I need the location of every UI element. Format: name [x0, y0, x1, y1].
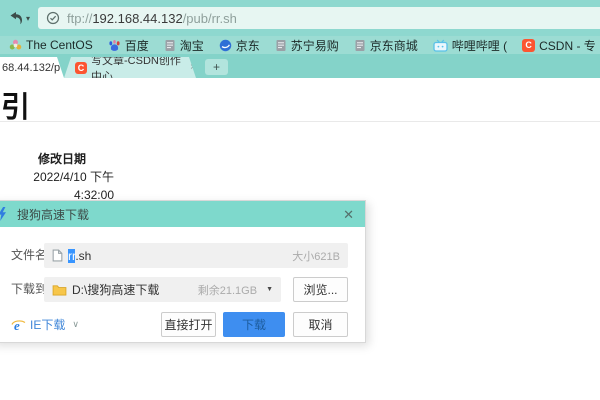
- lightning-download-icon: [0, 207, 7, 221]
- tab-close-icon[interactable]: ×: [190, 62, 196, 73]
- free-space-text: 剩余21.1GB: [197, 284, 258, 297]
- flower-icon: [9, 39, 22, 50]
- back-icon: [10, 12, 22, 25]
- tab-ftp-active[interactable]: 68.44.132/p ×: [0, 57, 64, 78]
- destination-label: 下载到: [11, 282, 48, 296]
- url-scheme: ftp://: [67, 10, 93, 26]
- filename-label: 文件名: [11, 248, 48, 262]
- bookmark-label: 哔哩哔哩 (: [451, 38, 508, 53]
- address-toolbar: ▾ ftp://192.168.44.132/pub/rr.sh: [0, 0, 600, 36]
- bookmark-label: 百度: [124, 38, 149, 53]
- chevron-down-icon: ∨: [72, 319, 79, 329]
- file-icon: [52, 249, 63, 262]
- column-header: 修改日期: [37, 152, 86, 166]
- bookmark-the-centos[interactable]: The CentOS: [9, 38, 93, 52]
- ie-icon: e: [11, 318, 26, 332]
- bookmark-jd-mall[interactable]: 京东商城: [354, 37, 418, 54]
- csdn-icon: C: [75, 62, 87, 74]
- dialog-titlebar[interactable]: 搜狗高速下载 ✕: [0, 201, 365, 227]
- bilibili-tv-icon: [433, 39, 448, 52]
- url-text[interactable]: ftp://192.168.44.132/pub/rr.sh: [67, 11, 237, 26]
- page-icon: [276, 39, 286, 51]
- cancel-button[interactable]: 取消: [293, 312, 348, 337]
- bookmark-label: 苏宁易购: [290, 38, 339, 53]
- filename-value: rr.sh: [68, 248, 92, 263]
- folder-icon: [52, 284, 67, 295]
- tab-strip: 68.44.132/p × C 写文章-CSDN创作中心 × +: [0, 54, 600, 78]
- bookmark-taobao[interactable]: 淘宝: [164, 37, 204, 54]
- browse-button[interactable]: 浏览...: [293, 277, 348, 302]
- dialog-close-icon[interactable]: ✕: [343, 208, 354, 221]
- destination-path: D:\搜狗高速下载: [72, 283, 160, 297]
- back-button[interactable]: ▾: [8, 11, 30, 25]
- new-tab-button[interactable]: +: [205, 59, 228, 75]
- bookmark-csdn[interactable]: C CSDN - 专: [522, 37, 596, 54]
- back-dropdown-caret[interactable]: ▾: [26, 14, 30, 23]
- url-path: /pub/rr.sh: [182, 10, 237, 26]
- bookmark-label: The CentOS: [26, 38, 93, 52]
- filename-extension: .sh: [75, 248, 92, 263]
- baidu-paw-icon: [109, 39, 120, 51]
- csdn-icon: C: [522, 38, 536, 52]
- bookmarks-bar: The CentOS 百度 淘宝 京东 苏宁易购 京东商城 哔哩哔哩 (C C…: [0, 36, 600, 54]
- bookmark-label: 淘宝: [179, 38, 204, 53]
- tab-label: 写文章-CSDN创作中心: [91, 54, 181, 83]
- bookmark-label: 京东: [235, 38, 260, 53]
- file-size-text: 大小621B: [292, 250, 340, 263]
- bookmark-label: CSDN - 专: [539, 38, 596, 53]
- open-directly-button[interactable]: 直接打开: [161, 312, 216, 337]
- security-shield-icon: [46, 11, 60, 25]
- ie-download-label: IE下载: [30, 318, 66, 332]
- dialog-title: 搜狗高速下载: [17, 207, 90, 222]
- bookmark-label: 京东商城: [369, 38, 418, 53]
- svg-text:e: e: [14, 318, 20, 332]
- tab-label: 68.44.132/p: [2, 61, 61, 74]
- bookmark-suning[interactable]: 苏宁易购: [275, 37, 339, 54]
- destination-select[interactable]: D:\搜狗高速下载 剩余21.1GB ▼: [44, 277, 281, 302]
- bookmark-bilibili[interactable]: 哔哩哔哩 (: [433, 37, 507, 54]
- download-button[interactable]: 下载: [223, 312, 285, 337]
- address-bar[interactable]: ftp://192.168.44.132/pub/rr.sh: [38, 7, 600, 29]
- bookmark-baidu[interactable]: 百度: [108, 37, 149, 54]
- destination-dropdown-icon[interactable]: ▼: [266, 286, 273, 293]
- tab-csdn[interactable]: C 写文章-CSDN创作中心 ×: [64, 57, 196, 78]
- page-title: 引: [1, 92, 31, 124]
- url-host: 192.168.44.132: [92, 10, 183, 26]
- date-cell: 2022/4/10 下午4:32:00: [33, 170, 114, 202]
- bookmark-jd[interactable]: 京东: [219, 37, 260, 54]
- browser-window: ▾ ftp://192.168.44.132/pub/rr.sh The Cen…: [0, 0, 600, 400]
- ie-download-toggle[interactable]: e IE下载 ∨: [11, 312, 79, 337]
- filename-input[interactable]: rr.sh 大小621B: [44, 243, 348, 268]
- jd-globe-icon: [219, 39, 231, 51]
- page-icon: [165, 39, 175, 51]
- heading-divider: [0, 121, 600, 122]
- download-dialog: 搜狗高速下载 ✕ 文件名 rr.sh 大小621B 下载到 D:\搜狗高速下载 …: [0, 200, 366, 343]
- page-icon: [355, 39, 365, 51]
